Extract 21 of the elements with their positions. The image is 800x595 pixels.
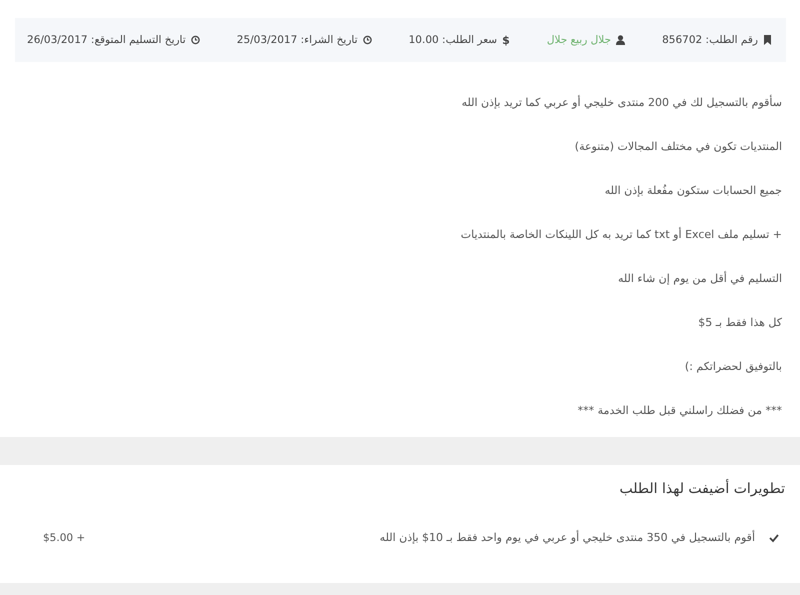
extra-price: $5.00 + [42, 532, 86, 544]
description-line: المنتديات تكون في مختلف المجالات (متنوعة) [574, 140, 782, 152]
dollar-icon: $ [502, 34, 510, 46]
description-line: سأقوم بالتسجيل لك في 200 منتدى خليجي أو عربي كما تريد بإذن الله [462, 96, 782, 108]
clock-icon [362, 35, 372, 45]
description-line: *** من فضلك راسلني قبل طلب الخدمة *** [578, 404, 782, 416]
order-info-text: سعر الطلب: 10.00 [408, 34, 498, 46]
seller-name[interactable]: جلال ربيع جلال [546, 34, 612, 46]
description-line: بالتوفيق لحضراتكم :) [684, 360, 782, 372]
clock-icon [190, 35, 200, 45]
order-info-text: رقم الطلب: 856702 [662, 34, 758, 46]
order-info-text: تاريخ التسليم المتوقع: 26/03/2017 [27, 34, 186, 46]
description-line: التسليم في أقل من يوم إن شاء الله [618, 272, 782, 284]
section-title: تطويرات أضيفت لهذا الطلب [620, 481, 785, 497]
description-line: + تسليم ملف Excel أو txt كما تريد به كل اللينكات الخاصة بالمنتديات [460, 228, 782, 240]
user-icon [616, 35, 626, 45]
description-line: جميع الحسابات ستكون مفُعلة بإذن الله [604, 184, 782, 196]
order-info-text: تاريخ الشراء: 25/03/2017 [236, 34, 358, 46]
extra-text: أقوم بالتسجيل في 350 منتدى خليجي أو عربي في يوم واحد فقط بـ 10$ بإذن الله [380, 531, 755, 544]
description-line: كل هذا فقط بـ 5$ [698, 316, 782, 328]
bookmark-icon [763, 35, 772, 45]
